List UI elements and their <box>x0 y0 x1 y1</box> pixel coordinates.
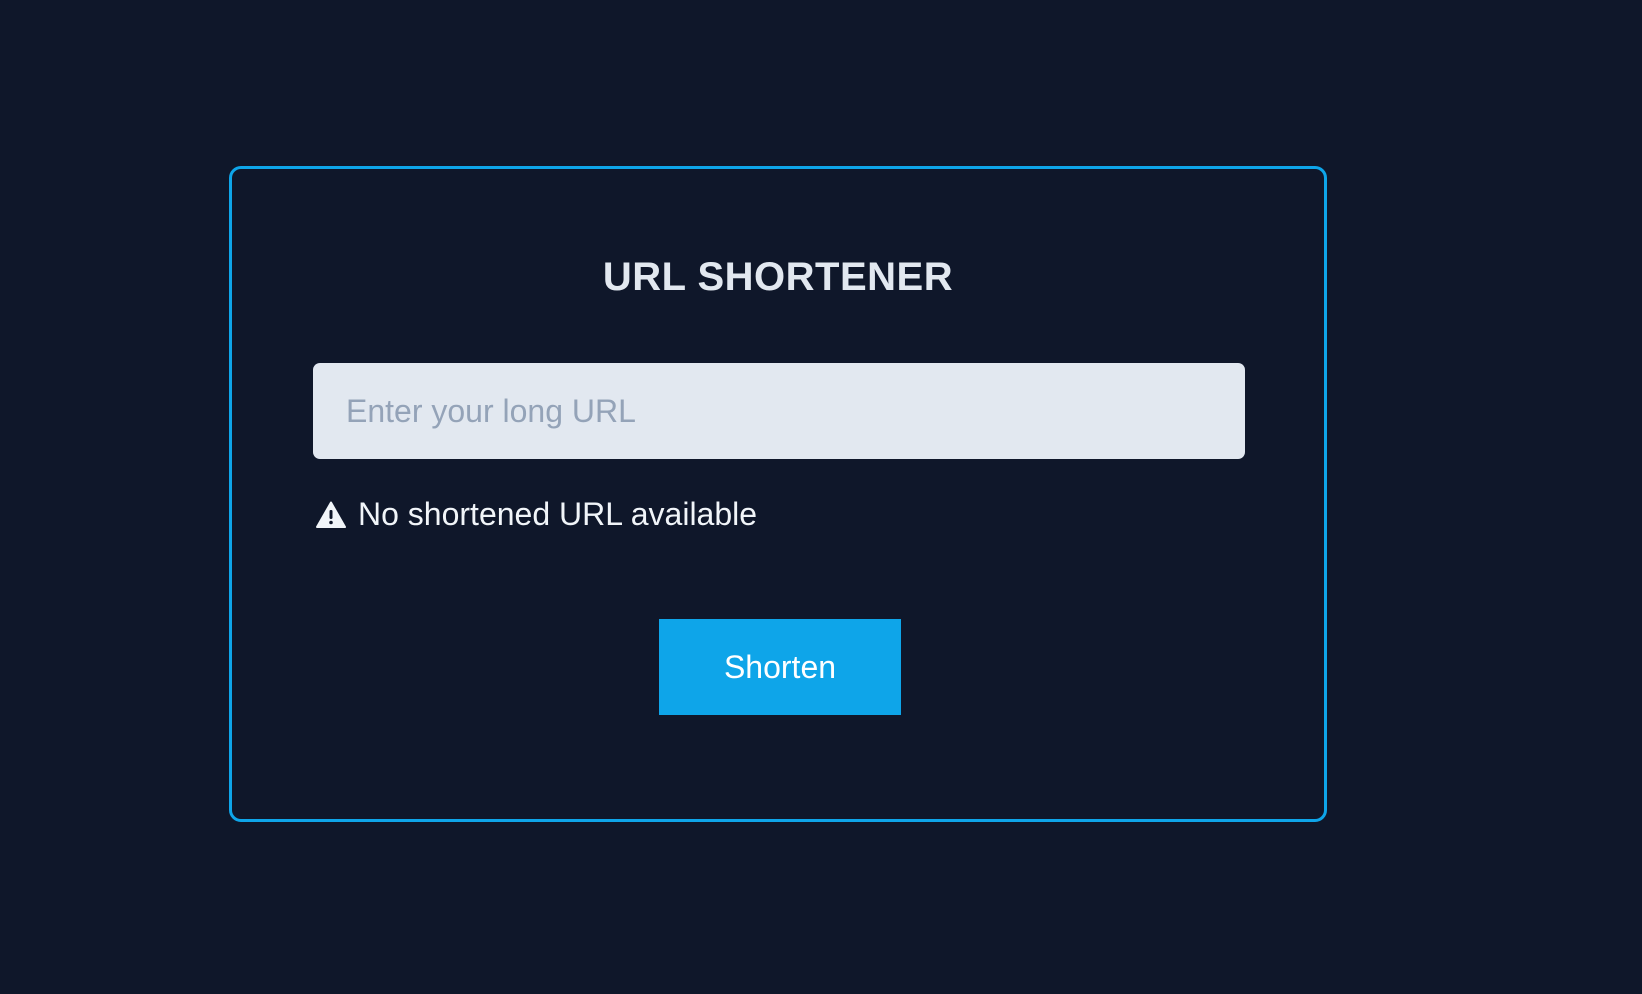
shorten-button[interactable]: Shorten <box>659 619 901 715</box>
warning-icon <box>316 501 346 529</box>
status-message: No shortened URL available <box>316 496 757 533</box>
page-title: URL SHORTENER <box>602 255 954 299</box>
status-text: No shortened URL available <box>358 496 758 532</box>
url-shortener-card: URL SHORTENER No shortened URL available… <box>229 166 1327 822</box>
long-url-input[interactable] <box>313 363 1245 459</box>
